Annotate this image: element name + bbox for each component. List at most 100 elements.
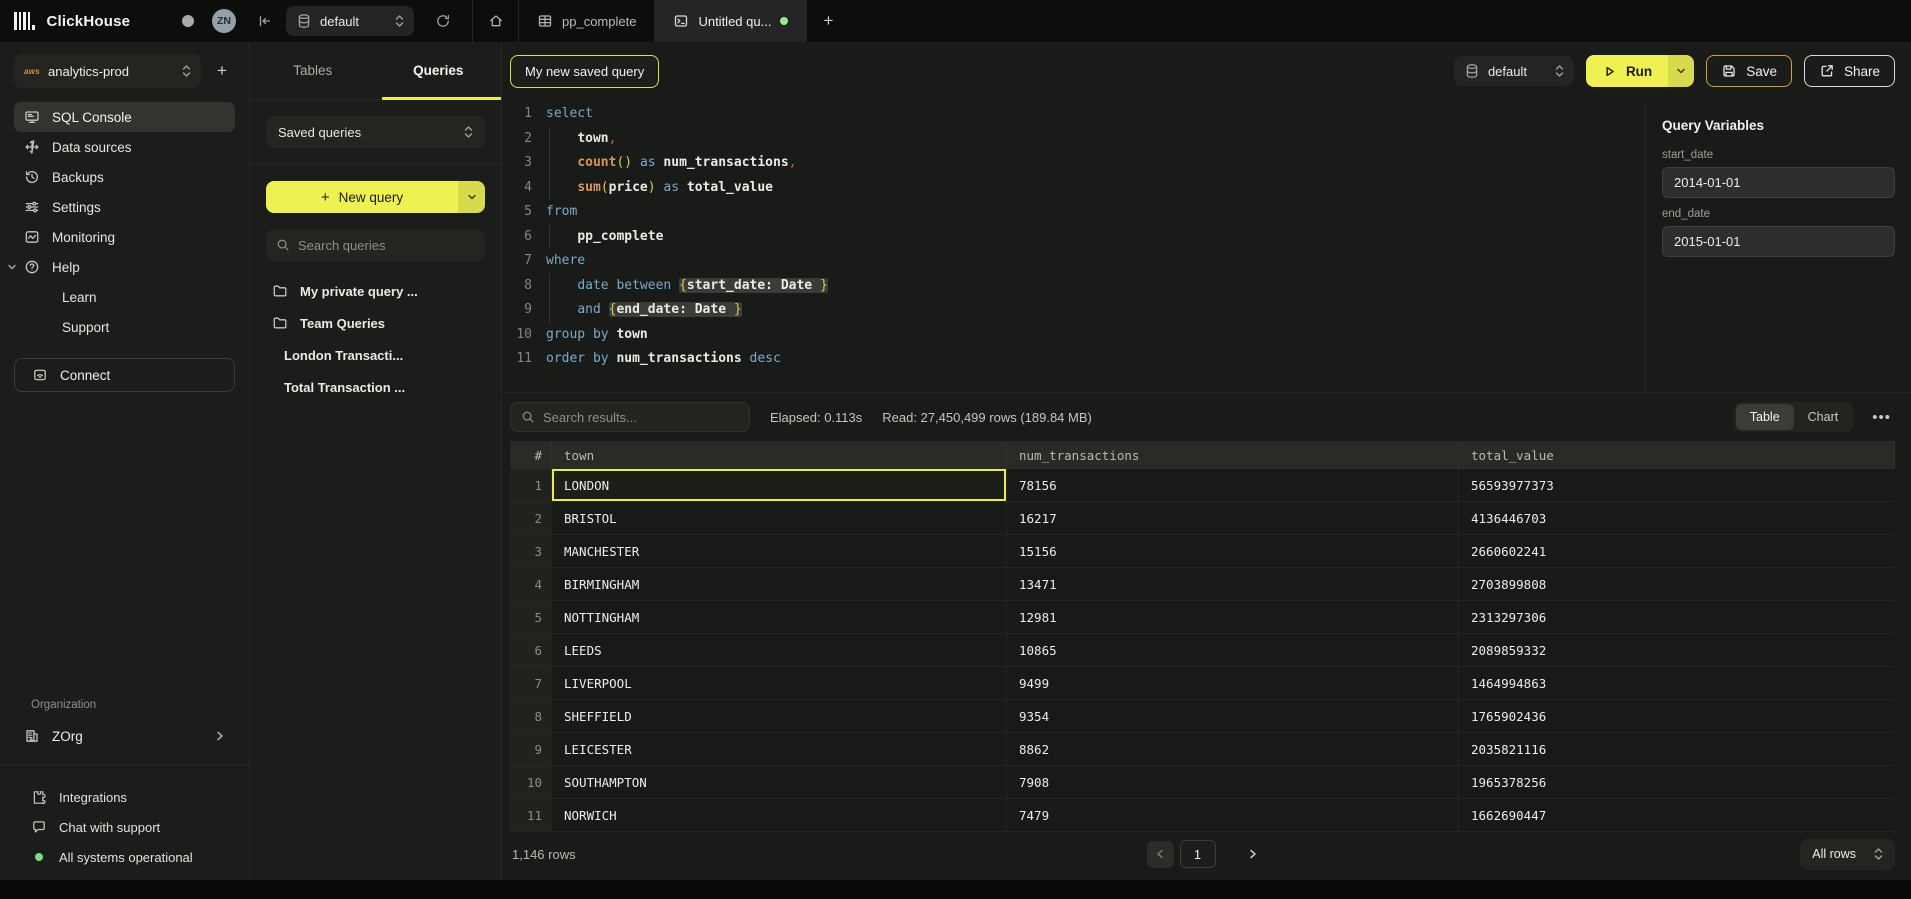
num-transactions-cell[interactable]: 12981 [1007, 601, 1459, 634]
refresh-button[interactable] [428, 6, 458, 36]
row-number-cell[interactable]: 3 [510, 535, 552, 568]
connect-button[interactable]: Connect [14, 358, 235, 392]
town-cell[interactable]: LEEDS [552, 634, 1007, 667]
column-header-town[interactable]: town [552, 441, 1007, 469]
saved-query-item[interactable]: Total Transaction ... [266, 371, 485, 403]
sidebar-footer-integrations[interactable]: Integrations [0, 782, 249, 812]
code-line-2[interactable]: 2 town, [502, 127, 1645, 152]
database-selector[interactable]: default [286, 6, 414, 36]
collapse-sidebar-button[interactable] [250, 6, 280, 36]
row-number-cell[interactable]: 6 [510, 634, 552, 667]
save-button[interactable]: Save [1706, 55, 1792, 87]
new-tab-button[interactable]: + [807, 0, 849, 42]
total-value-cell[interactable]: 56593977373 [1459, 469, 1895, 502]
sidebar-item-data-sources[interactable]: Data sources [14, 132, 235, 162]
new-query-dropdown-button[interactable] [458, 181, 485, 213]
town-cell[interactable]: BIRMINGHAM [552, 568, 1007, 601]
organization-switcher[interactable]: ZOrg [14, 721, 235, 751]
saved-query-item[interactable]: My private query ... [266, 275, 485, 307]
town-cell[interactable]: BRISTOL [552, 502, 1007, 535]
row-number-cell[interactable]: 10 [510, 766, 552, 799]
code-line-9[interactable]: 9 and {end_date: Date } [502, 298, 1645, 323]
code-line-1[interactable]: 1select [502, 102, 1645, 127]
search-results-input[interactable] [543, 410, 739, 425]
total-value-cell[interactable]: 4136446703 [1459, 502, 1895, 535]
next-page-button[interactable] [1240, 841, 1267, 868]
total-value-cell[interactable]: 2703899808 [1459, 568, 1895, 601]
num-transactions-cell[interactable]: 16217 [1007, 502, 1459, 535]
view-chart-button[interactable]: Chart [1794, 404, 1853, 430]
sidebar-footer-chat-with-support[interactable]: Chat with support [0, 812, 249, 842]
town-cell[interactable]: NORWICH [552, 799, 1007, 832]
code-line-6[interactable]: 6 pp_complete [502, 225, 1645, 250]
add-service-button[interactable]: + [209, 58, 235, 84]
town-cell[interactable]: LEICESTER [552, 733, 1007, 766]
row-number-cell[interactable]: 8 [510, 700, 552, 733]
service-selector[interactable]: aws analytics-prod [14, 54, 201, 88]
column-header-total-value[interactable]: total_value [1459, 441, 1895, 469]
more-options-button[interactable]: ••• [1868, 409, 1895, 426]
total-value-cell[interactable]: 1765902436 [1459, 700, 1895, 733]
total-value-cell[interactable]: 1662690447 [1459, 799, 1895, 832]
column-header-rownum[interactable]: # [510, 441, 552, 469]
view-table-button[interactable]: Table [1736, 404, 1794, 430]
code-line-10[interactable]: 10group by town [502, 323, 1645, 348]
total-value-cell[interactable]: 1464994863 [1459, 667, 1895, 700]
row-number-cell[interactable]: 4 [510, 568, 552, 601]
sidebar-footer-all-systems-operational[interactable]: All systems operational [0, 842, 249, 872]
sidebar-item-help[interactable]: Help [14, 252, 235, 282]
sidebar-subitem-learn[interactable]: Learn [14, 282, 235, 312]
row-number-cell[interactable]: 1 [510, 469, 552, 502]
sidebar-item-settings[interactable]: Settings [14, 192, 235, 222]
total-value-cell[interactable]: 2313297306 [1459, 601, 1895, 634]
sidebar-subitem-support[interactable]: Support [14, 312, 235, 342]
saved-query-item[interactable]: Team Queries [266, 307, 485, 339]
query-name-chip[interactable]: My new saved query [510, 55, 659, 88]
new-query-button[interactable]: + New query [266, 181, 458, 213]
num-transactions-cell[interactable]: 9354 [1007, 700, 1459, 733]
code-line-5[interactable]: 5from [502, 200, 1645, 225]
sidebar-item-sql-console[interactable]: SQL Console [14, 102, 235, 132]
saved-query-item[interactable]: London Transacti... [266, 339, 485, 371]
town-cell[interactable]: LIVERPOOL [552, 667, 1007, 700]
code-line-7[interactable]: 7where [502, 249, 1645, 274]
user-avatar[interactable]: ZN [212, 9, 236, 33]
code-line-4[interactable]: 4 sum(price) as total_value [502, 176, 1645, 201]
num-transactions-cell[interactable]: 15156 [1007, 535, 1459, 568]
town-cell[interactable]: SHEFFIELD [552, 700, 1007, 733]
tab-queries[interactable]: Queries [376, 42, 502, 99]
run-dropdown-button[interactable] [1668, 55, 1694, 87]
sidebar-item-backups[interactable]: Backups [14, 162, 235, 192]
num-transactions-cell[interactable]: 9499 [1007, 667, 1459, 700]
num-transactions-cell[interactable]: 10865 [1007, 634, 1459, 667]
total-value-cell[interactable]: 2660602241 [1459, 535, 1895, 568]
row-number-cell[interactable]: 11 [510, 799, 552, 832]
code-line-3[interactable]: 3 count() as num_transactions, [502, 151, 1645, 176]
row-number-cell[interactable]: 9 [510, 733, 552, 766]
num-transactions-cell[interactable]: 7908 [1007, 766, 1459, 799]
search-queries-input[interactable] [298, 238, 475, 253]
end-date-input[interactable] [1662, 226, 1895, 257]
tab-tables[interactable]: Tables [250, 42, 376, 99]
num-transactions-cell[interactable]: 78156 [1007, 469, 1459, 502]
total-value-cell[interactable]: 2035821116 [1459, 733, 1895, 766]
share-button[interactable]: Share [1804, 55, 1895, 87]
start-date-input[interactable] [1662, 167, 1895, 198]
current-page-button[interactable]: 1 [1180, 840, 1216, 868]
code-line-11[interactable]: 11order by num_transactions desc [502, 347, 1645, 372]
sql-editor[interactable]: 1select2 town,3 count() as num_transacti… [502, 100, 1645, 392]
row-number-cell[interactable]: 5 [510, 601, 552, 634]
row-number-cell[interactable]: 7 [510, 667, 552, 700]
previous-page-button[interactable] [1147, 841, 1174, 868]
row-number-cell[interactable]: 2 [510, 502, 552, 535]
page-size-selector[interactable]: All rows [1800, 839, 1895, 870]
tab-pp-complete[interactable]: pp_complete [519, 0, 655, 42]
town-cell[interactable]: MANCHESTER [552, 535, 1007, 568]
saved-queries-dropdown[interactable]: Saved queries [266, 116, 485, 148]
sidebar-item-monitoring[interactable]: Monitoring [14, 222, 235, 252]
notification-dot[interactable] [182, 15, 194, 27]
home-button[interactable] [473, 0, 519, 42]
total-value-cell[interactable]: 1965378256 [1459, 766, 1895, 799]
town-cell[interactable]: SOUTHAMPTON [552, 766, 1007, 799]
town-cell[interactable]: LONDON [552, 469, 1007, 502]
